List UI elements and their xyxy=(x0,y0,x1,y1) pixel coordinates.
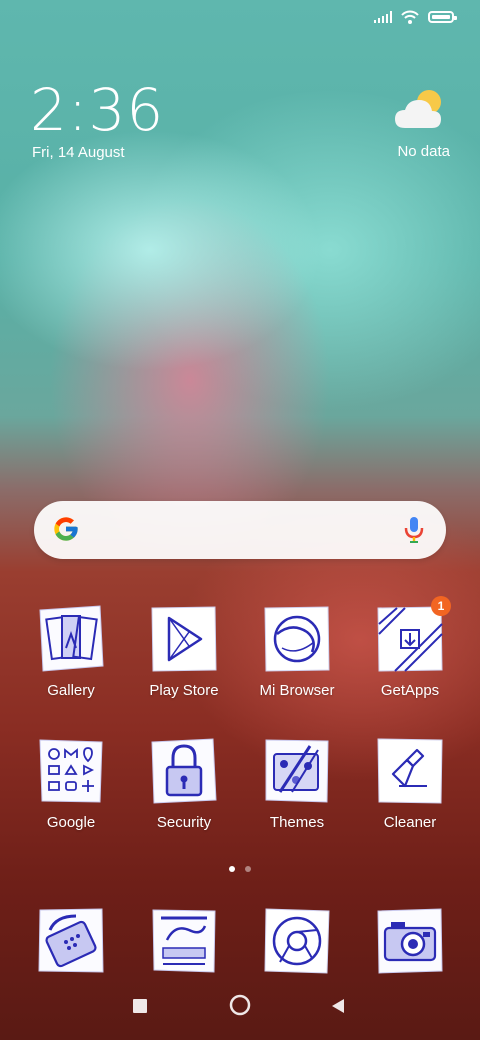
app-label: Cleaner xyxy=(383,814,437,831)
cleaner-broom-icon xyxy=(375,736,445,806)
app-security[interactable]: Security xyxy=(134,736,234,831)
app-label: Gallery xyxy=(47,682,95,699)
app-label: Play Store xyxy=(149,682,219,699)
phone-icon xyxy=(36,906,106,976)
back-button[interactable] xyxy=(330,998,346,1019)
app-label: Mi Browser xyxy=(259,682,335,699)
page-dot-active xyxy=(229,866,235,872)
app-mi-browser[interactable]: Mi Browser xyxy=(247,604,347,699)
google-search-bar[interactable] xyxy=(34,501,446,559)
app-google[interactable]: Google xyxy=(21,736,121,831)
app-label: Security xyxy=(156,814,212,831)
app-label: Google xyxy=(46,814,96,831)
dock-chrome[interactable] xyxy=(247,906,347,976)
app-label: Themes xyxy=(269,814,325,831)
messages-icon xyxy=(149,906,219,976)
page-dot xyxy=(245,866,251,872)
weather-status[interactable]: No data xyxy=(397,143,450,160)
play-store-icon xyxy=(149,604,219,674)
google-g-icon xyxy=(52,515,80,548)
recents-button[interactable] xyxy=(132,998,148,1019)
clock-date[interactable]: Fri, 14 August xyxy=(32,144,125,161)
partly-cloudy-icon[interactable] xyxy=(390,88,450,139)
page-indicator xyxy=(0,866,480,872)
app-getapps[interactable]: 1 GetApps xyxy=(360,596,460,699)
dock-messages[interactable] xyxy=(134,906,234,976)
camera-icon xyxy=(375,906,445,976)
app-cleaner[interactable]: Cleaner xyxy=(360,736,460,831)
battery-icon xyxy=(428,11,457,23)
notification-badge: 1 xyxy=(431,596,451,616)
signal-icon xyxy=(374,11,392,23)
navigation-bar xyxy=(0,980,480,1040)
mi-browser-icon xyxy=(262,604,332,674)
getapps-icon: 1 xyxy=(375,596,451,674)
security-lock-icon xyxy=(149,736,219,806)
wifi-icon xyxy=(401,10,419,24)
google-folder-icon xyxy=(36,736,106,806)
chrome-icon xyxy=(262,906,332,976)
dock-phone[interactable] xyxy=(21,906,121,976)
app-play-store[interactable]: Play Store xyxy=(134,604,234,699)
themes-palette-icon xyxy=(262,736,332,806)
clock-time[interactable]: 2:36 xyxy=(30,80,164,140)
home-button[interactable] xyxy=(229,994,251,1021)
app-themes[interactable]: Themes xyxy=(247,736,347,831)
mic-icon[interactable] xyxy=(404,516,424,549)
gallery-icon xyxy=(36,604,106,674)
status-bar xyxy=(374,10,457,24)
app-label: GetApps xyxy=(380,682,440,699)
dock-camera[interactable] xyxy=(360,906,460,976)
app-gallery[interactable]: Gallery xyxy=(21,604,121,699)
